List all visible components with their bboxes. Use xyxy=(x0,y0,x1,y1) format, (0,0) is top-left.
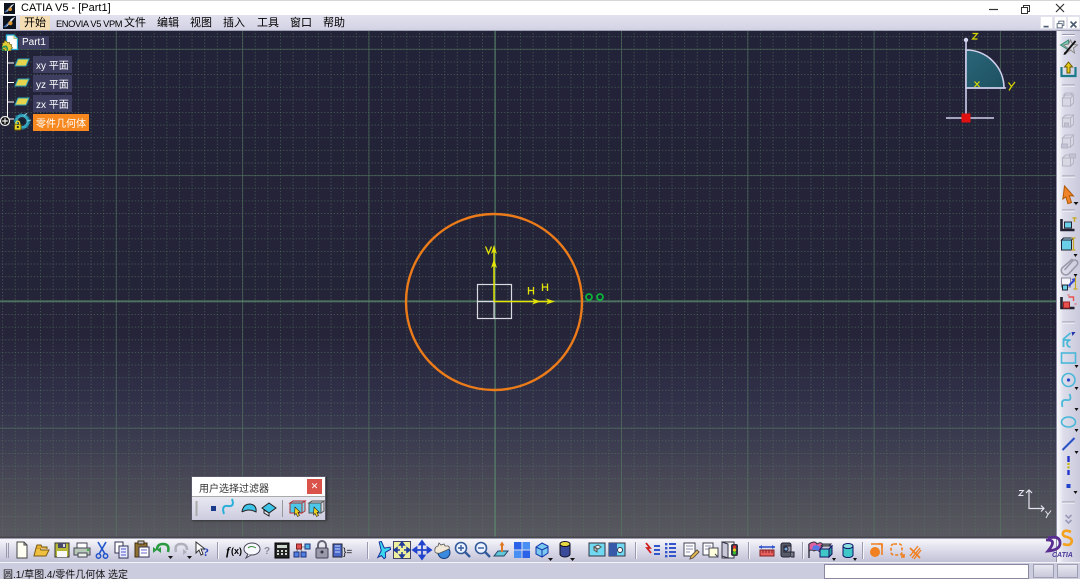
svg-text:?: ? xyxy=(203,545,209,559)
svg-text:}=: }= xyxy=(343,547,352,558)
svg-text:CATIA: CATIA xyxy=(1052,552,1073,559)
svg-text:(x): (x) xyxy=(231,546,242,556)
svg-text:?: ? xyxy=(264,546,270,557)
